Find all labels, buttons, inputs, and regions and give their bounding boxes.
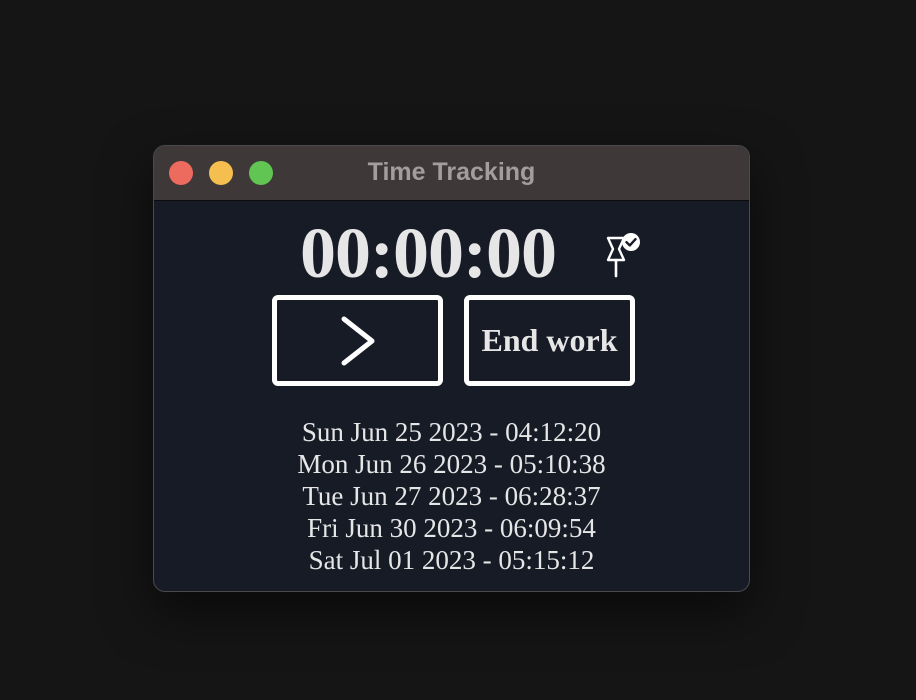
log-entry: Sun Jun 25 2023 - 04:12:20 (301, 417, 602, 447)
start-button[interactable] (272, 295, 443, 386)
log-entry: Sat Jul 01 2023 - 05:15:12 (308, 545, 595, 575)
title-bar[interactable]: Time Tracking (154, 146, 749, 201)
time-tracking-window: Time Tracking 00:00:00 End work Sun Jun … (153, 145, 750, 592)
log-entry: Fri Jun 30 2023 - 06:09:54 (307, 513, 596, 543)
log-entry: Mon Jun 26 2023 - 05:10:38 (297, 449, 606, 479)
pin-check-icon[interactable] (602, 232, 644, 282)
end-work-button[interactable]: End work (464, 295, 635, 386)
window-title: Time Tracking (367, 158, 536, 186)
end-work-label: End work (481, 322, 618, 358)
work-log-list: Sun Jun 25 2023 - 04:12:20 Mon Jun 26 20… (154, 416, 749, 576)
elapsed-timer: 00:00:00 (300, 213, 557, 293)
chevron-right-icon (341, 316, 374, 365)
log-entry: Tue Jun 27 2023 - 06:28:37 (302, 481, 601, 511)
